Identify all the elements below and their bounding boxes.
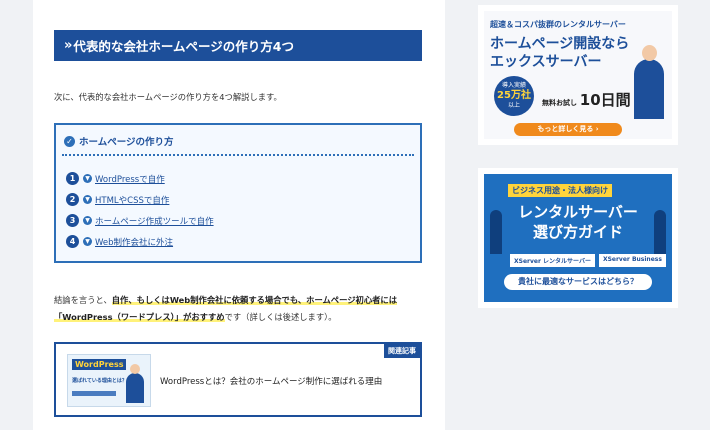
ad-product-pill: XServer Business: [598, 254, 666, 267]
toc-number-badge: 3: [66, 214, 79, 227]
ad-banner-guide[interactable]: ビジネス用途・法人様向け レンタルサーバー 選び方ガイド XServer レンタ…: [478, 168, 678, 308]
businessman-illustration-icon: [634, 45, 664, 119]
thumbnail-title: WordPress: [72, 359, 127, 370]
toc-number-badge: 2: [66, 193, 79, 206]
conclusion-tail: です（詳しくは後述します）。: [224, 312, 337, 322]
ad-headline: ホームページ開設なら エックスサーバー: [490, 35, 629, 71]
ad-cta-button[interactable]: 貴社に最適なサービスはどちら？: [504, 274, 652, 290]
ad-badge-number: 25万社: [497, 90, 531, 101]
toc-item-2[interactable]: 2 ▼ HTMLやCSSで自作: [66, 189, 214, 210]
ad-tagline: 超速＆コスパ抜群のレンタルサーバー: [490, 20, 626, 29]
ad-headline-line2: エックスサーバー: [490, 54, 602, 70]
ad-product-pills: XServer レンタルサーバー XServer Business: [510, 254, 666, 267]
toc-item-3[interactable]: 3 ▼ ホームページ作成ツールで自作: [66, 210, 214, 231]
conclusion-lead: 結論を言うと、: [54, 295, 112, 305]
ad-headline-line1: ホームページ開設なら: [490, 36, 630, 52]
ad-trial-prefix: 無料お試し: [542, 99, 577, 107]
toc-divider: [62, 154, 414, 156]
toc-item-1[interactable]: 1 ▼ WordPressで自作: [66, 168, 214, 189]
toc-number-badge: 1: [66, 172, 79, 185]
person-illustration-icon: [490, 210, 502, 254]
ad-product-pill: XServer レンタルサーバー: [510, 254, 595, 267]
section-heading-text: 代表的な会社ホームページの作り方4つ: [73, 39, 294, 54]
arrow-down-circle-icon: ▼: [83, 216, 92, 225]
ad-trial: 無料お試し 10日間: [542, 89, 631, 110]
ad-badge-top: 導入実績: [501, 82, 526, 89]
toc-title: ✓ ホームページの作り方: [64, 134, 174, 148]
ad-banner-image[interactable]: ビジネス用途・法人様向け レンタルサーバー 選び方ガイド XServer レンタ…: [484, 174, 672, 302]
article-column: » 代表的な会社ホームページの作り方4つ 次に、代表的な会社ホームページの作り方…: [33, 0, 445, 430]
person-illustration-icon: [126, 364, 144, 403]
toc-list: 1 ▼ WordPressで自作 2 ▼ HTMLやCSSで自作 3 ▼ ホーム…: [66, 168, 214, 252]
ad-headline-line1: レンタルサーバー: [518, 203, 638, 221]
ad-more-button[interactable]: もっと詳しく見る ›: [514, 123, 622, 136]
thumbnail-bar: [72, 391, 116, 396]
ad-trial-days: 10日間: [579, 91, 631, 109]
related-article-thumbnail[interactable]: WordPress 選ばれている理由とは？: [67, 354, 151, 407]
double-chevron-icon: »: [64, 38, 73, 53]
section-heading: » 代表的な会社ホームページの作り方4つ: [54, 30, 422, 61]
toc-link[interactable]: ホームページ作成ツールで自作: [95, 215, 214, 227]
conclusion-text: 結論を言うと、自作、もしくはWeb制作会社に依頼する場合でも、ホームページ初心者…: [54, 292, 424, 326]
thumbnail-subtitle: 選ばれている理由とは？: [72, 378, 127, 384]
ad-badge: 導入実績 25万社 以上: [494, 76, 534, 116]
person-illustration-icon: [654, 210, 666, 254]
ad-tagline: ビジネス用途・法人様向け: [508, 184, 612, 197]
toc-title-text: ホームページの作り方: [79, 137, 174, 148]
ad-headline-line2: 選び方ガイド: [532, 223, 623, 241]
toc-link[interactable]: HTMLやCSSで自作: [95, 194, 169, 206]
related-article-card[interactable]: 関連記事 WordPress 選ばれている理由とは？ WordPressとは？会…: [54, 342, 422, 417]
toc-item-4[interactable]: 4 ▼ Web制作会社に外注: [66, 231, 214, 252]
arrow-down-circle-icon: ▼: [83, 237, 92, 246]
ad-banner-xserver[interactable]: 超速＆コスパ抜群のレンタルサーバー ホームページ開設なら エックスサーバー 導入…: [478, 5, 678, 145]
related-article-tag: 関連記事: [384, 344, 420, 358]
ad-banner-image[interactable]: 超速＆コスパ抜群のレンタルサーバー ホームページ開設なら エックスサーバー 導入…: [484, 11, 672, 139]
toc-number-badge: 4: [66, 235, 79, 248]
toc-link[interactable]: Web制作会社に外注: [95, 236, 173, 248]
intro-text: 次に、代表的な会社ホームページの作り方を4つ解説します。: [54, 92, 282, 102]
ad-badge-bottom: 以上: [507, 102, 520, 109]
check-icon: ✓: [64, 135, 75, 147]
arrow-down-circle-icon: ▼: [83, 174, 92, 183]
table-of-contents: ✓ ホームページの作り方 1 ▼ WordPressで自作 2 ▼ HTMLやC…: [54, 123, 422, 263]
arrow-down-circle-icon: ▼: [83, 195, 92, 204]
toc-link[interactable]: WordPressで自作: [95, 173, 165, 185]
related-article-title[interactable]: WordPressとは？会社のホームページ制作に選ばれる理由: [160, 375, 382, 387]
ad-headline: レンタルサーバー 選び方ガイド: [484, 202, 672, 242]
